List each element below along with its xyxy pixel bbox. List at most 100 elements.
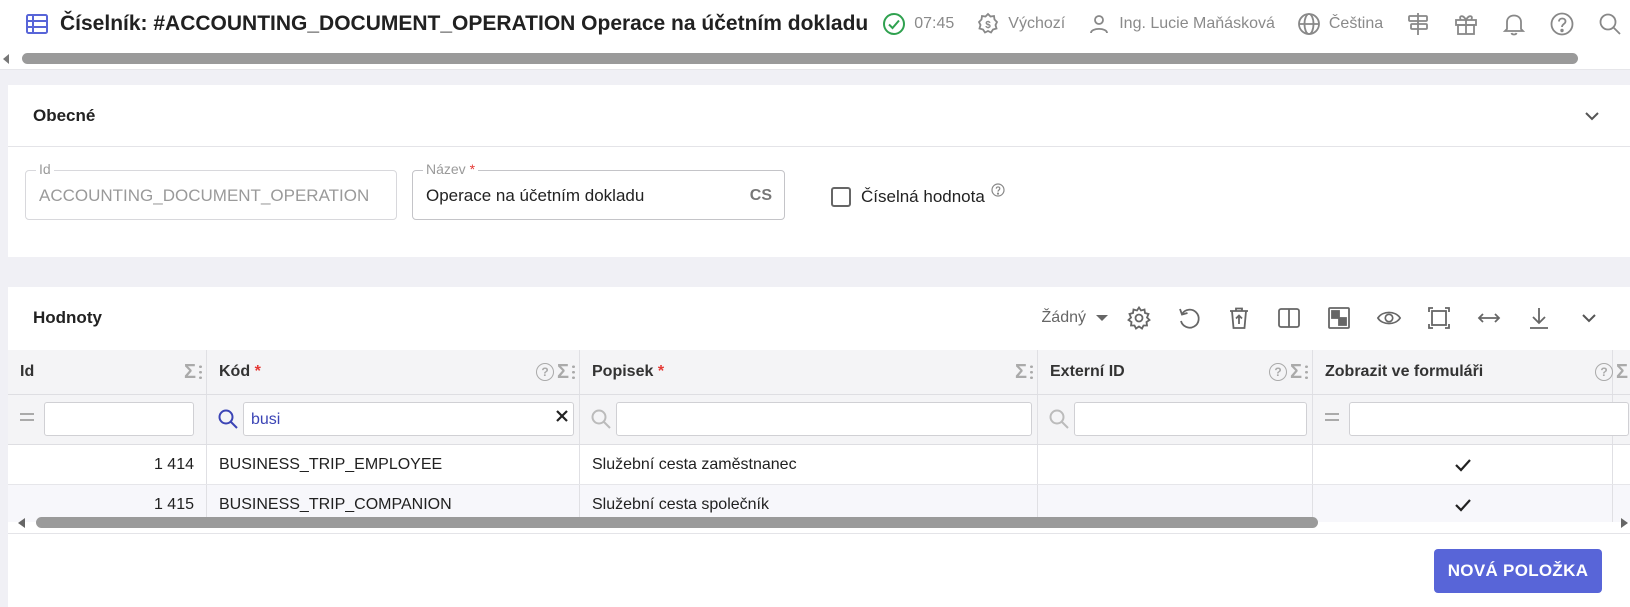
grid-horizontal-scrollbar[interactable] — [8, 515, 1630, 531]
column-header-label[interactable]: Popisek * Σ — [580, 350, 1038, 394]
values-panel: Hodnoty Žádný Id Σ Kód * ? Σ Popisek * Σ… — [8, 287, 1630, 607]
check-circle-icon — [883, 13, 906, 35]
cell-code: BUSINESS_TRIP_EMPLOYEE — [207, 445, 580, 484]
page-title: Číselník: #ACCOUNTING_DOCUMENT_OPERATION… — [60, 12, 869, 35]
user-icon — [1090, 15, 1109, 34]
cell-show-in-form — [1313, 445, 1613, 484]
search-icon[interactable] — [217, 408, 239, 430]
column-header-id[interactable]: Id Σ — [8, 350, 207, 394]
currency-label: Výchozí — [1008, 15, 1066, 32]
language-label: Čeština — [1328, 15, 1384, 32]
help-icon[interactable]: ? — [1268, 363, 1287, 381]
eye-icon[interactable] — [1376, 305, 1402, 331]
filter-input-external-id[interactable] — [1074, 402, 1307, 436]
column-header-external-id[interactable]: Externí ID ? Σ — [1038, 350, 1313, 394]
filter-input-show-in-form[interactable] — [1349, 402, 1629, 436]
help-icon[interactable]: ? — [535, 363, 554, 381]
reset-icon[interactable] — [1176, 305, 1202, 331]
column-label: Zobrazit ve formuláři — [1325, 363, 1484, 380]
general-panel-header[interactable]: Obecné — [8, 85, 1630, 147]
column-menu-icon[interactable] — [199, 364, 202, 380]
grid-filter-row: busi — [8, 395, 1630, 445]
scroll-left-arrow[interactable] — [3, 54, 9, 64]
column-label: Kód — [219, 363, 251, 380]
name-label-text: Název — [426, 161, 466, 177]
chevron-down-icon[interactable] — [1582, 106, 1602, 126]
required-mark: * — [657, 363, 665, 380]
fit-screen-icon[interactable] — [1426, 305, 1452, 331]
numeric-value-label: Číselná hodnota — [861, 187, 985, 206]
new-item-button[interactable]: NOVÁ POLOŽKA — [1434, 549, 1602, 593]
sum-icon[interactable]: Σ — [557, 362, 569, 382]
sum-icon[interactable]: Σ — [1616, 362, 1628, 382]
values-panel-title: Hodnoty — [33, 308, 102, 327]
sum-icon[interactable]: Σ — [184, 362, 196, 382]
bell-icon[interactable] — [1501, 11, 1527, 37]
id-field: Id ACCOUNTING_DOCUMENT_OPERATION — [25, 161, 397, 220]
session-timer: 07:45 — [882, 12, 954, 36]
svg-text:$: $ — [986, 20, 992, 31]
help-icon[interactable]: ? — [1594, 363, 1613, 381]
language-selector[interactable]: Čeština — [1297, 12, 1383, 36]
equals-icon[interactable] — [18, 408, 36, 426]
grid-header-row: Id Σ Kód * ? Σ Popisek * Σ Externí ID ? Σ … — [8, 350, 1630, 395]
equals-icon[interactable] — [1323, 408, 1341, 426]
table-icon — [24, 11, 50, 37]
horizontal-scrollbar-top[interactable] — [0, 48, 1630, 70]
layout-icon[interactable] — [1326, 305, 1352, 331]
grouping-select[interactable]: Žádný — [1042, 309, 1108, 327]
column-header-show-in-form[interactable]: Zobrazit ve formuláři ? Σ — [1313, 350, 1628, 394]
numeric-value-checkbox[interactable]: Číselná hodnota — [831, 183, 1005, 207]
globe-icon — [1297, 13, 1320, 35]
filter-cell-id — [8, 395, 207, 444]
download-icon[interactable] — [1526, 305, 1552, 331]
gift-icon[interactable] — [1453, 11, 1479, 37]
clear-icon[interactable] — [555, 409, 569, 423]
scrollbar-thumb[interactable] — [22, 53, 1578, 64]
filter-input-code[interactable]: busi — [243, 402, 574, 436]
chevron-down-icon[interactable] — [1576, 305, 1602, 331]
checkmark-icon — [1454, 458, 1471, 472]
scroll-right-arrow[interactable] — [1621, 518, 1628, 528]
search-icon[interactable] — [1597, 11, 1623, 37]
column-label: Popisek — [592, 363, 654, 380]
settings-gear-icon[interactable] — [1126, 305, 1152, 331]
scrollbar-thumb[interactable] — [36, 517, 1318, 528]
filter-cell-show-in-form — [1313, 395, 1629, 444]
column-label: Externí ID — [1050, 363, 1125, 380]
checkbox-box[interactable] — [831, 187, 851, 207]
grouping-value: Žádný — [1041, 309, 1086, 326]
help-icon[interactable] — [1549, 11, 1575, 37]
sum-icon[interactable]: Σ — [1290, 362, 1302, 382]
delete-icon[interactable] — [1226, 305, 1252, 331]
split-view-icon[interactable] — [1276, 305, 1302, 331]
scroll-left-arrow[interactable] — [18, 518, 25, 528]
dollar-circle-icon: $ — [978, 12, 999, 34]
column-menu-icon[interactable] — [1305, 364, 1308, 380]
cell-external-id — [1038, 445, 1313, 484]
filter-input-label[interactable] — [616, 402, 1032, 436]
column-header-code[interactable]: Kód * ? Σ — [207, 350, 580, 394]
currency-selector[interactable]: $ Výchozí — [976, 12, 1065, 36]
filter-input-id[interactable] — [44, 402, 194, 436]
required-mark: * — [469, 161, 476, 177]
help-icon[interactable] — [991, 183, 1005, 197]
user-name: Ing. Lucie Maňásková — [1119, 15, 1275, 32]
table-row[interactable]: 1 414 BUSINESS_TRIP_EMPLOYEE Služební ce… — [8, 445, 1630, 485]
filter-cell-external-id — [1038, 395, 1313, 444]
search-icon[interactable] — [590, 408, 612, 430]
id-field-label: Id — [36, 161, 54, 177]
search-icon[interactable] — [1048, 408, 1070, 430]
column-menu-icon[interactable] — [1030, 364, 1033, 380]
language-code[interactable]: CS — [750, 187, 772, 205]
grid-toolbar: Žádný — [1042, 287, 1630, 349]
general-panel-title: Obecné — [33, 105, 96, 125]
name-field[interactable]: Název * Operace na účetním dokladu CS — [412, 161, 785, 220]
expand-horizontal-icon[interactable] — [1476, 305, 1502, 331]
column-menu-icon[interactable] — [572, 364, 575, 380]
user-menu[interactable]: Ing. Lucie Maňásková — [1087, 12, 1275, 36]
signpost-icon[interactable] — [1405, 11, 1431, 37]
cell-label: Služební cesta zaměstnanec — [580, 445, 1038, 484]
sum-icon[interactable]: Σ — [1015, 362, 1027, 382]
name-field-value: Operace na účetním dokladu — [426, 186, 645, 205]
